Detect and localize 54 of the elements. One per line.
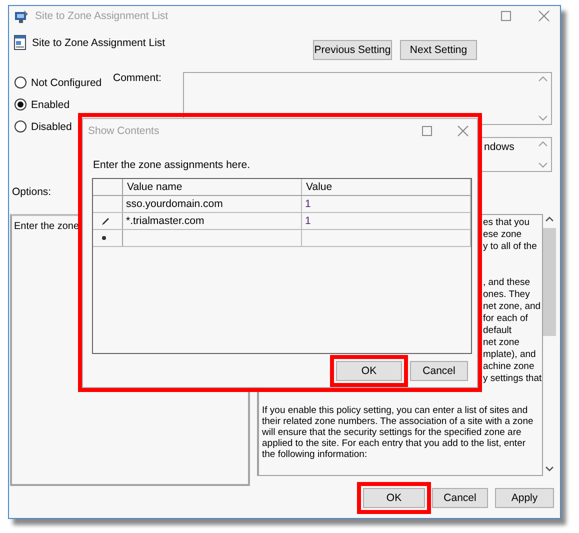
prompt-text: Enter the zone assignments here. [93, 159, 252, 173]
close-icon[interactable] [457, 125, 469, 137]
value-name-cell[interactable]: *.trialmaster.com [122, 212, 302, 230]
new-row-icon [101, 235, 107, 241]
scroll-up-icon [538, 141, 548, 147]
radio-label: Disabled [31, 120, 72, 132]
help-text: for each of [483, 313, 528, 325]
help-text: achine zone [483, 361, 534, 373]
value-name-cell[interactable] [122, 230, 302, 246]
help-text: y to all of the [483, 241, 537, 253]
window-title: Site to Zone Assignment List [35, 10, 170, 22]
radio-label: Enabled [31, 98, 70, 110]
options-label: Options: [12, 186, 52, 200]
radio-button[interactable] [14, 98, 27, 111]
help-text: es that you [483, 217, 530, 229]
help-text: ese zone [483, 229, 522, 241]
setting-title: Site to Zone Assignment List [32, 36, 166, 48]
pencil-icon [101, 216, 110, 226]
radio-button[interactable] [14, 76, 27, 89]
scroll-up-icon [538, 76, 548, 82]
button[interactable]: OK [336, 361, 402, 381]
button[interactable]: Previous Setting [313, 40, 392, 60]
comment-label: Comment: [113, 72, 162, 84]
close-icon[interactable] [538, 10, 550, 22]
column-header[interactable]: Value [302, 179, 470, 196]
button[interactable]: Cancel [410, 361, 468, 381]
button[interactable]: Apply [495, 488, 554, 508]
help-text: net zone, and [483, 301, 541, 313]
help-text: ones. They [483, 289, 530, 301]
column-header[interactable]: Value name [122, 179, 302, 196]
help-text: , and these [483, 277, 530, 289]
radio-button[interactable] [14, 120, 27, 133]
dialog-title: Show Contents [88, 125, 160, 137]
value-name-cell[interactable]: sso.yourdomain.com [122, 196, 302, 212]
scroll-down-icon [538, 115, 548, 121]
button[interactable]: Cancel [432, 488, 488, 508]
value-cell[interactable] [302, 230, 470, 246]
help-text: y settings that [483, 373, 542, 385]
help-text: default [483, 325, 512, 337]
maximize-icon[interactable] [421, 125, 433, 137]
policy-icon [14, 35, 26, 50]
button[interactable]: OK [363, 488, 425, 508]
computer-icon [14, 8, 29, 24]
options-text: Enter the zone [14, 221, 80, 232]
value-cell[interactable]: 1 [302, 196, 470, 212]
help-text: net zone [483, 337, 520, 349]
button[interactable]: Next Setting [400, 40, 477, 60]
maximize-icon[interactable] [500, 10, 512, 22]
scroll-down-icon [538, 162, 548, 168]
help-text: mplate), and [483, 349, 536, 361]
radio-label: Not Configured [31, 76, 102, 88]
value-cell[interactable]: 1 [302, 212, 470, 230]
help-paragraph: If you enable this policy setting, you can enter a list of sites and their related zone numbers. The association of a site with a zone will ensure that the security settings for the specified zone are applied to the site. For each entry that you add to the list, enter the following information: [262, 405, 534, 460]
supported-on-text: ndows [484, 141, 514, 153]
